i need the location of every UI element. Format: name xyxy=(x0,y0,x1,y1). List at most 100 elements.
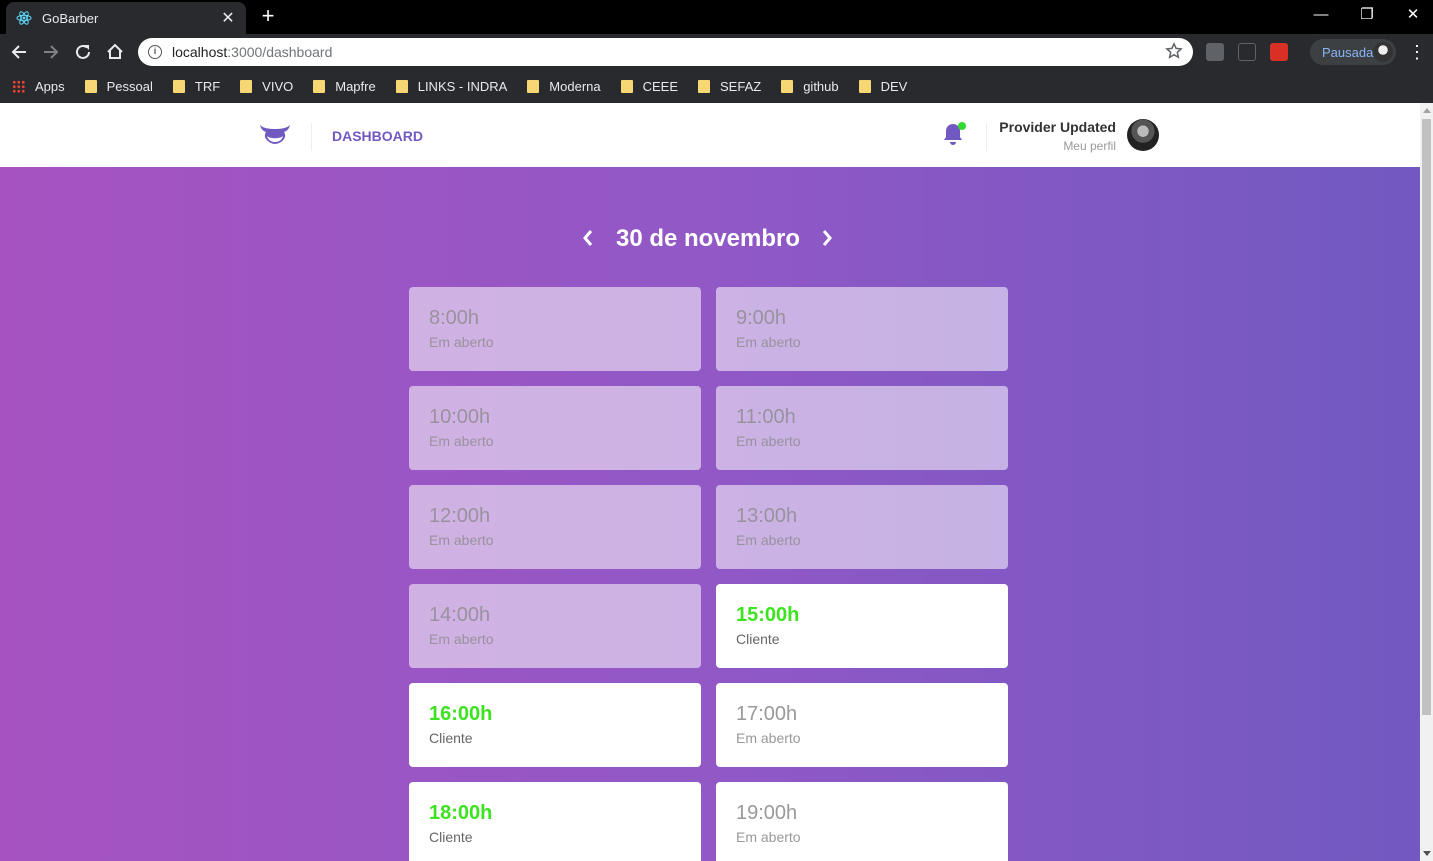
slot-label: Em aberto xyxy=(429,433,494,449)
schedule-slot: 10:00h Em aberto xyxy=(409,386,701,470)
slot-label: Em aberto xyxy=(429,334,494,350)
browser-menu-icon[interactable]: ⋮ xyxy=(1408,42,1426,62)
date-navigator: 30 de novembro xyxy=(0,223,1420,253)
slot-time: 13:00h xyxy=(736,505,798,527)
back-button[interactable] xyxy=(7,40,31,64)
browser-tab[interactable]: GoBarber ✕ xyxy=(6,2,246,34)
folder-icon xyxy=(84,80,97,93)
profile-label: Pausada xyxy=(1322,44,1374,60)
slot-time: 8:00h xyxy=(429,307,480,329)
bookmark-star-icon[interactable] xyxy=(1165,41,1183,63)
apps-grid-icon xyxy=(12,80,25,93)
bookmark-folder[interactable]: Moderna xyxy=(527,79,601,94)
nav-dashboard-link[interactable]: DASHBOARD xyxy=(332,128,423,144)
window-close-button[interactable]: ✕ xyxy=(1390,0,1433,30)
slot-label: Em aberto xyxy=(736,829,801,845)
folder-icon xyxy=(395,80,408,93)
scroll-up-icon[interactable] xyxy=(1423,108,1431,113)
bookmark-folder[interactable]: VIVO xyxy=(240,79,293,94)
schedule-slot: 12:00h Em aberto xyxy=(409,485,701,569)
header-divider xyxy=(311,123,312,151)
next-day-button[interactable] xyxy=(817,223,837,253)
slot-label: Em aberto xyxy=(736,334,801,350)
extension-icon[interactable] xyxy=(1270,43,1288,61)
schedule-slot: 8:00h Em aberto xyxy=(409,287,701,371)
forward-button[interactable] xyxy=(39,40,63,64)
profile-avatar xyxy=(1373,42,1393,62)
bookmark-folder[interactable]: CEEE xyxy=(620,79,678,94)
reload-icon xyxy=(76,44,90,59)
app-header: DASHBOARD Provider Updated Meu perfil xyxy=(0,103,1420,167)
profile-link[interactable]: Meu perfil xyxy=(999,139,1116,153)
react-favicon-icon xyxy=(16,10,32,26)
slot-label: Cliente xyxy=(736,631,780,647)
bookmark-folder[interactable]: TRF xyxy=(172,79,220,94)
schedule-slot-booked: 18:00h Cliente xyxy=(409,782,701,861)
schedule-slot-booked: 16:00h Cliente xyxy=(409,683,701,767)
tab-title: GoBarber xyxy=(42,10,99,26)
address-bar[interactable]: i localhost:3000/dashboard xyxy=(138,38,1193,66)
extension-icon[interactable] xyxy=(1238,43,1256,61)
folder-icon xyxy=(313,80,326,93)
schedule-slot: 9:00h Em aberto xyxy=(716,287,1008,371)
slot-label: Em aberto xyxy=(736,532,801,548)
minimize-button[interactable]: — xyxy=(1298,0,1344,30)
folder-icon xyxy=(240,80,253,93)
profile-button[interactable]: Pausada xyxy=(1310,39,1396,65)
bookmark-folder[interactable]: DEV xyxy=(858,79,907,94)
folder-icon xyxy=(172,80,185,93)
url-host: localhost xyxy=(172,44,228,60)
tab-close-icon[interactable]: ✕ xyxy=(220,8,236,28)
unread-notification-dot xyxy=(958,122,966,130)
bookmark-folder[interactable]: LINKS - INDRA xyxy=(395,79,507,94)
back-arrow-icon xyxy=(11,45,26,59)
bookmark-folder[interactable]: github xyxy=(781,79,839,94)
user-avatar[interactable] xyxy=(1127,119,1159,151)
home-button[interactable] xyxy=(103,40,127,64)
previous-day-button[interactable] xyxy=(578,223,598,253)
slot-time: 11:00h xyxy=(736,406,796,428)
chevron-right-icon xyxy=(822,230,832,246)
folder-icon xyxy=(620,80,633,93)
slot-time: 18:00h xyxy=(429,802,493,824)
folder-icon xyxy=(527,80,540,93)
schedule-slot: 17:00h Em aberto xyxy=(716,683,1008,767)
schedule-slot: 13:00h Em aberto xyxy=(716,485,1008,569)
reload-button[interactable] xyxy=(71,40,95,64)
schedule-slot: 14:00h Em aberto xyxy=(409,584,701,668)
notifications-button[interactable] xyxy=(942,122,966,148)
extension-icon[interactable] xyxy=(1206,43,1224,61)
user-info: Provider Updated Meu perfil xyxy=(999,119,1116,153)
folder-icon xyxy=(858,80,871,93)
slot-time: 10:00h xyxy=(429,406,491,428)
bookmark-folder[interactable]: Pessoal xyxy=(84,79,153,94)
chevron-left-icon xyxy=(583,230,593,246)
slot-time: 14:00h xyxy=(429,604,491,626)
bookmark-folder[interactable]: Mapfre xyxy=(313,79,376,94)
schedule-slot: 19:00h Em aberto xyxy=(716,782,1008,861)
restore-button[interactable]: ❐ xyxy=(1344,0,1390,30)
new-tab-button[interactable]: + xyxy=(256,3,280,29)
page-scrollbar[interactable] xyxy=(1420,103,1433,861)
home-icon xyxy=(107,43,123,59)
bookmark-apps[interactable]: Apps xyxy=(12,79,65,94)
current-date: 30 de novembro xyxy=(615,225,801,252)
slot-time: 9:00h xyxy=(736,307,787,329)
slot-label: Em aberto xyxy=(736,730,801,746)
scrollbar-thumb[interactable] xyxy=(1422,119,1431,715)
user-name: Provider Updated xyxy=(999,119,1116,135)
slot-label: Em aberto xyxy=(429,532,494,548)
site-info-icon[interactable]: i xyxy=(148,45,162,59)
gobarber-logo-icon[interactable] xyxy=(258,121,292,149)
slot-time: 17:00h xyxy=(736,703,798,725)
slot-label: Cliente xyxy=(429,730,473,746)
bookmarks-bar: Apps Pessoal TRF VIVO Mapfre LINKS - IND… xyxy=(0,70,1433,103)
slot-label: Em aberto xyxy=(429,631,494,647)
browser-tab-strip: GoBarber ✕ + — ❐ ✕ xyxy=(0,0,1433,34)
bookmark-folder[interactable]: SEFAZ xyxy=(698,79,761,94)
browser-toolbar: i localhost:3000/dashboard Pausada ⋮ xyxy=(0,34,1433,70)
folder-icon xyxy=(698,80,711,93)
forward-arrow-icon xyxy=(44,45,59,59)
slot-time: 12:00h xyxy=(429,505,491,527)
scroll-down-icon[interactable] xyxy=(1423,851,1431,856)
